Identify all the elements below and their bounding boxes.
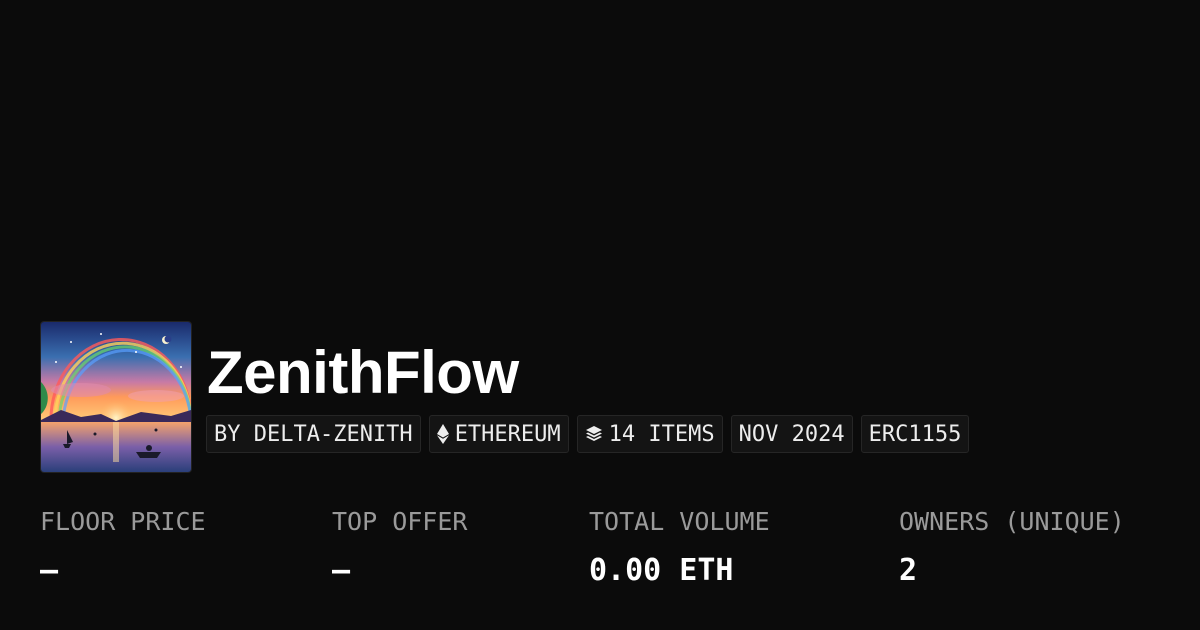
creator-tag[interactable]: BY DELTA-ZENITH: [206, 415, 421, 453]
creator-tag-label: BY DELTA-ZENITH: [214, 421, 413, 447]
stat-value: —: [332, 553, 351, 588]
collection-title: ZenithFlow: [207, 339, 519, 406]
collection-image: [40, 321, 192, 473]
stat-value: —: [40, 553, 59, 588]
sunset-lake-artwork: [41, 322, 191, 472]
stat-value: 0.00 ETH: [589, 553, 734, 588]
collection-tags: BY DELTA-ZENITH ETHEREUM 14 ITEMS NOV 20…: [206, 415, 970, 453]
stat-top-offer: TOP OFFER —: [332, 505, 467, 588]
items-tag-label: 14 ITEMS: [608, 421, 715, 447]
stat-owners: OWNERS (UNIQUE) 2: [899, 505, 1125, 588]
stat-label: TOTAL VOLUME: [589, 507, 770, 536]
date-tag: NOV 2024: [730, 415, 853, 453]
items-tag[interactable]: 14 ITEMS: [576, 415, 723, 453]
standard-tag-label: ERC1155: [868, 421, 962, 447]
standard-tag: ERC1155: [860, 415, 970, 453]
stat-label: FLOOR PRICE: [40, 507, 206, 536]
stat-value: 2: [899, 553, 918, 588]
stat-total-volume: TOTAL VOLUME 0.00 ETH: [589, 505, 770, 588]
layers-icon: [585, 425, 603, 443]
ethereum-icon: [436, 424, 449, 444]
chain-tag-label: ETHEREUM: [454, 421, 561, 447]
stat-floor-price: FLOOR PRICE —: [40, 505, 206, 588]
date-tag-label: NOV 2024: [738, 421, 845, 447]
stat-label: TOP OFFER: [332, 507, 468, 536]
collection-preview-card: ZenithFlow BY DELTA-ZENITH ETHEREUM 14 I…: [0, 0, 1200, 630]
stat-label: OWNERS (UNIQUE): [899, 507, 1125, 536]
chain-tag[interactable]: ETHEREUM: [428, 415, 569, 453]
